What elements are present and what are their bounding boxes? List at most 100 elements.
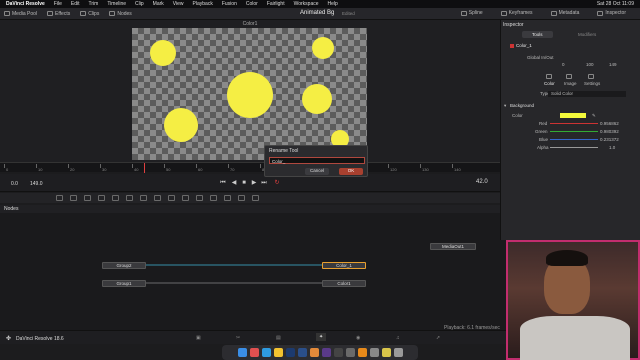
clips-button[interactable]: Clips xyxy=(80,11,99,17)
global-out-value[interactable]: 149 xyxy=(609,62,617,67)
renderer-tool-icon[interactable] xyxy=(224,195,231,201)
red-value[interactable]: 0.956862 xyxy=(600,121,619,126)
blur-tool-icon[interactable] xyxy=(140,195,147,201)
eyedropper-icon[interactable]: ✎ xyxy=(592,113,596,119)
chrome-icon[interactable] xyxy=(273,348,283,357)
inspector-button[interactable]: Inspector xyxy=(597,10,626,16)
notes-icon[interactable] xyxy=(381,348,391,357)
finder-icon[interactable] xyxy=(237,348,247,357)
camera-tool-icon[interactable] xyxy=(238,195,245,201)
light-tool-icon[interactable] xyxy=(252,195,259,201)
page-tab-media-icon[interactable]: ▣ xyxy=(196,335,201,341)
page-tab-fusion-icon[interactable]: ✦ xyxy=(316,333,327,341)
page-tab-edit-icon[interactable]: ▤ xyxy=(276,335,281,341)
page-tab-fairlight-icon[interactable]: ♫ xyxy=(396,335,400,341)
effects-button[interactable]: Effects xyxy=(47,11,70,17)
menu-clip[interactable]: Clip xyxy=(135,1,144,7)
green-value[interactable]: 0.980392 xyxy=(600,129,619,134)
viewer-canvas[interactable] xyxy=(132,28,367,160)
color-tool-icon[interactable] xyxy=(168,195,175,201)
keyframes-button[interactable]: Keyframes xyxy=(500,10,533,16)
current-time[interactable]: 0.0 xyxy=(11,181,18,187)
photos-icon[interactable] xyxy=(309,348,319,357)
menu-file[interactable]: File xyxy=(54,1,62,7)
alpha-value[interactable]: 1.0 xyxy=(609,145,615,150)
subtab-color[interactable]: Color xyxy=(544,81,555,86)
skip-back-icon[interactable]: ⏮ xyxy=(220,180,226,186)
background-tool-icon[interactable] xyxy=(56,195,63,201)
play-icon[interactable]: ▶ xyxy=(251,180,257,186)
vlc-icon[interactable] xyxy=(357,348,367,357)
subtab-image[interactable]: Image xyxy=(564,81,577,86)
menu-trim[interactable]: Trim xyxy=(89,1,99,7)
color-tab-icon[interactable] xyxy=(546,74,552,79)
image-tab-icon[interactable] xyxy=(566,74,572,79)
blue-value[interactable]: 0.231372 xyxy=(600,137,619,142)
node-mediaout1[interactable]: MediaOut1 xyxy=(430,243,476,250)
metadata-button[interactable]: Metadata xyxy=(550,10,579,16)
mask-tool-icon[interactable] xyxy=(112,195,119,201)
node-color1[interactable]: Color1 xyxy=(322,280,366,287)
page-tab-deliver-icon[interactable]: ➚ xyxy=(436,335,440,341)
step-back-icon[interactable]: ◀ xyxy=(231,180,237,186)
merge-tool-icon[interactable] xyxy=(98,195,105,201)
paint-tool-icon[interactable] xyxy=(70,195,77,201)
skip-forward-icon[interactable]: ⏭ xyxy=(261,180,267,186)
menu-color[interactable]: Color xyxy=(246,1,258,7)
premiere-icon[interactable] xyxy=(321,348,331,357)
settings-icon[interactable] xyxy=(369,348,379,357)
page-tab-color-icon[interactable]: ◉ xyxy=(356,335,360,341)
rename-input[interactable]: Color_ xyxy=(269,157,365,164)
spline-button[interactable]: Spline xyxy=(460,10,483,16)
tool-name[interactable]: Color_1 xyxy=(516,43,532,48)
playhead[interactable] xyxy=(144,163,145,173)
time-ruler[interactable]: 0102030405060708090100110120130140 xyxy=(0,162,500,173)
safari-icon[interactable] xyxy=(261,348,271,357)
blue-slider[interactable] xyxy=(550,139,598,140)
menu-help[interactable]: Help xyxy=(328,1,338,7)
trash-icon[interactable] xyxy=(393,348,403,357)
resolve-icon[interactable] xyxy=(333,348,343,357)
photoshop-icon[interactable] xyxy=(285,348,295,357)
tab-modifiers[interactable]: Modifiers xyxy=(578,32,596,37)
green-slider[interactable] xyxy=(550,131,598,132)
launchpad-icon[interactable] xyxy=(249,348,259,357)
color-swatch[interactable] xyxy=(560,113,586,118)
shape-tool-icon[interactable] xyxy=(210,195,217,201)
node-color-1[interactable]: Color_1 xyxy=(322,262,366,269)
tool-color-swatch[interactable] xyxy=(510,44,514,48)
nodes-button[interactable]: Nodes xyxy=(109,11,132,17)
loop-icon[interactable]: ↻ xyxy=(274,180,280,186)
background-section[interactable]: ▾ Background xyxy=(502,103,638,110)
end-time[interactable]: 149.0 xyxy=(30,181,43,187)
lightroom-icon[interactable] xyxy=(297,348,307,357)
media-pool-button[interactable]: Media Pool xyxy=(4,11,37,17)
menu-view[interactable]: View xyxy=(173,1,184,7)
menu-timeline[interactable]: Timeline xyxy=(107,1,126,7)
menu-workspace[interactable]: Workspace xyxy=(294,1,319,7)
app-menu[interactable]: DaVinci Resolve xyxy=(6,1,45,7)
text-tool-icon[interactable] xyxy=(84,195,91,201)
stop-icon[interactable]: ■ xyxy=(241,180,247,186)
node-group2[interactable]: Group2 xyxy=(102,262,146,269)
red-slider[interactable] xyxy=(550,123,598,124)
global-values-row[interactable]: 0 100 149 xyxy=(502,62,638,69)
type-dropdown[interactable]: Solid Color xyxy=(548,91,626,97)
menu-fusion[interactable]: Fusion xyxy=(222,1,237,7)
particle-tool-icon[interactable] xyxy=(182,195,189,201)
transform-tool-icon[interactable] xyxy=(154,195,161,201)
polygon-tool-icon[interactable] xyxy=(126,195,133,201)
settings-tab-icon[interactable] xyxy=(588,74,594,79)
node-group1[interactable]: Group1 xyxy=(102,280,146,287)
alpha-slider[interactable] xyxy=(550,147,598,148)
cancel-button[interactable]: Cancel xyxy=(305,168,329,175)
ok-button[interactable]: OK xyxy=(339,168,363,175)
subtab-settings[interactable]: Settings xyxy=(584,81,600,86)
global-in-value[interactable]: 0 xyxy=(562,62,565,67)
menu-playback[interactable]: Playback xyxy=(193,1,213,7)
tab-tools[interactable]: Tools xyxy=(522,31,553,38)
tracker-tool-icon[interactable] xyxy=(196,195,203,201)
finalcut-icon[interactable] xyxy=(345,348,355,357)
page-tab-cut-icon[interactable]: ✂ xyxy=(236,335,240,341)
frame-counter[interactable]: 42.0 xyxy=(476,179,488,185)
